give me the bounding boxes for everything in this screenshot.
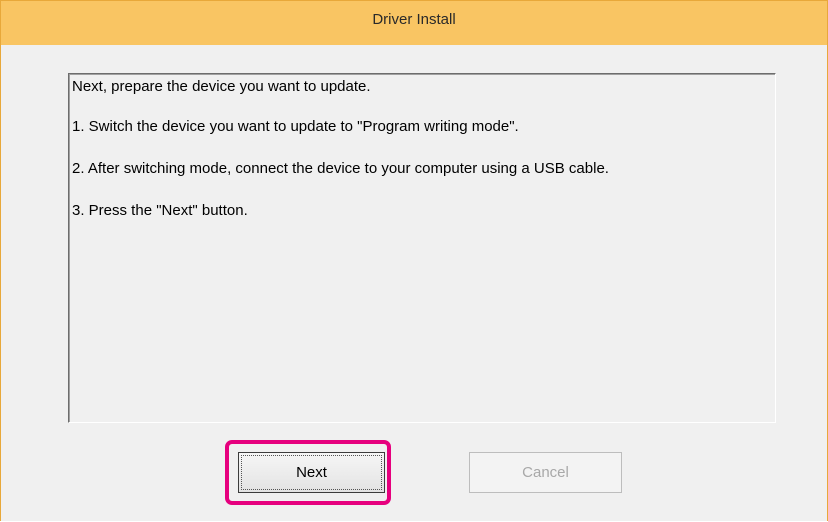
next-button[interactable]: Next — [238, 452, 385, 493]
instruction-line-2: 2. After switching mode, connect the dev… — [72, 160, 609, 177]
cancel-button: Cancel — [469, 452, 622, 493]
instruction-line-3: 3. Press the "Next" button. — [72, 202, 248, 219]
instruction-line-intro: Next, prepare the device you want to upd… — [72, 78, 371, 95]
title-bar[interactable]: Driver Install — [1, 1, 827, 45]
driver-install-window: Driver Install Next, prepare the device … — [0, 0, 828, 521]
next-button-label: Next — [296, 464, 327, 481]
cancel-button-label: Cancel — [522, 464, 569, 481]
instructions-textbox: Next, prepare the device you want to upd… — [68, 73, 776, 423]
instruction-line-1: 1. Switch the device you want to update … — [72, 118, 519, 135]
window-title: Driver Install — [372, 11, 456, 28]
